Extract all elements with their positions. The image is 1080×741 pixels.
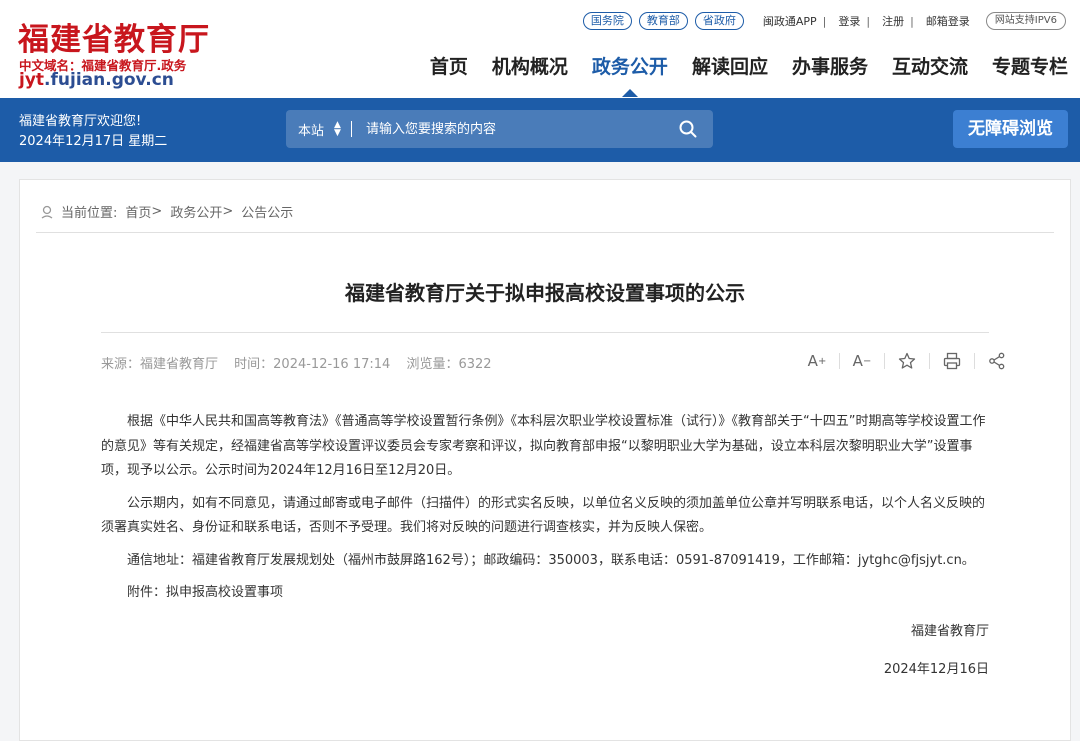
print-icon[interactable] — [941, 350, 963, 372]
favorite-star-icon[interactable] — [896, 350, 918, 372]
search-box: 本站 ▲ ▼ — [286, 110, 713, 148]
search-scope-select[interactable]: 本站 — [298, 120, 324, 139]
nav-interaction[interactable]: 互动交流 — [892, 52, 968, 96]
pill-shengzhengfu[interactable]: 省政府 — [694, 12, 744, 30]
breadcrumb-divider — [36, 232, 1054, 233]
nav-home[interactable]: 首页 — [430, 52, 468, 96]
search-input[interactable] — [363, 120, 658, 138]
pill-guowuyuan[interactable]: 国务院 — [582, 12, 632, 30]
nav-organization[interactable]: 机构概况 — [492, 52, 568, 96]
article-paragraph: 根据《中华人民共和国高等教育法》《普通高等学校设置暂行条例》《本科层次职业学校设… — [101, 414, 986, 478]
article-attachment[interactable]: 附件：拟申报高校设置事项 — [101, 581, 989, 606]
site-header: 福建省教育厅 中文域名：福建省教育厅.政务 jyt.fujian.gov.cn … — [0, 0, 1080, 98]
nav-services[interactable]: 办事服务 — [792, 52, 868, 96]
ipv6-badge: 网站支持IPV6 — [985, 12, 1066, 30]
search-band: 福建省教育厅欢迎您! 2024年12月17日 星期二 本站 ▲▼ 无障碍浏览 — [0, 98, 1080, 162]
breadcrumb-label: 当前位置: — [61, 206, 118, 221]
breadcrumb: 当前位置: 首页 > 政务公开 > 公告公示 — [40, 202, 293, 221]
link-minzhengtong-app[interactable]: 闽政通APP — [763, 13, 817, 29]
site-logo-title[interactable]: 福建省教育厅 — [18, 14, 210, 59]
title-divider — [101, 332, 989, 333]
article-paragraph: 公示期内，如有不同意见，请通过邮寄或电子邮件（扫描件）的形式实名反映，以单位名义… — [101, 495, 986, 536]
font-increase-icon[interactable]: A + — [806, 350, 828, 372]
nav-interpretation[interactable]: 解读回应 — [692, 52, 768, 96]
welcome-text: 福建省教育厅欢迎您! — [19, 114, 142, 129]
link-mail-login[interactable]: 邮箱登录 — [926, 13, 970, 29]
link-login[interactable]: 登录 — [838, 13, 860, 29]
nav-special-topics[interactable]: 专题专栏 — [992, 52, 1068, 96]
article-meta: 来源：福建省教育厅 时间：2024-12-16 17:14 浏览量：6322 — [101, 353, 504, 372]
content-panel: 当前位置: 首页 > 政务公开 > 公告公示 福建省教育厅关于拟申报高校设置事项的公… — [19, 179, 1071, 741]
main-nav: 首页 机构概况 政务公开 解读回应 办事服务 互动交流 专题专栏 — [406, 52, 1068, 97]
article-views: 浏览量：6322 — [406, 357, 492, 372]
logo-domain-rest: .fujian.gov.cn — [44, 70, 174, 90]
breadcrumb-gov-affairs[interactable]: 政务公开 — [170, 202, 222, 221]
breadcrumb-announcements[interactable]: 公告公示 — [241, 202, 293, 221]
share-icon[interactable] — [986, 350, 1008, 372]
search-divider — [350, 121, 352, 137]
location-pin-icon — [41, 205, 53, 219]
top-links-bar: 国务院 教育部 省政府 闽政通APP | 登录 | 注册 | 邮箱登录 网站支持IPV… — [582, 12, 1066, 30]
nav-government-affairs[interactable]: 政务公开 — [592, 52, 668, 97]
accessibility-button[interactable]: 无障碍浏览 — [953, 110, 1068, 148]
current-date: 2024年12月17日 星期二 — [19, 134, 168, 149]
article-body: 根据《中华人民共和国高等教育法》《普通高等学校设置暂行条例》《本科层次职业学校设… — [101, 410, 989, 683]
pill-jiaoyubu[interactable]: 教育部 — [638, 12, 688, 30]
article-tools: A + A − — [806, 350, 1008, 372]
article-signature: 福建省教育厅 — [910, 623, 989, 639]
search-icon[interactable] — [679, 120, 697, 138]
article-sign-date: 2024年12月16日 — [883, 662, 989, 677]
updown-arrow-icon[interactable]: ▲ ▼ — [334, 121, 341, 138]
logo-domain-main: jyt — [19, 70, 45, 90]
link-register[interactable]: 注册 — [882, 13, 904, 29]
article-contact-paragraph: 通信地址：福建省教育厅发展规划处（福州市鼓屏路162号）；邮政编码：350003… — [127, 552, 975, 568]
article-time: 时间：2024-12-16 17:14 — [234, 357, 391, 372]
breadcrumb-home[interactable]: 首页 — [125, 202, 151, 221]
font-decrease-icon[interactable]: A − — [851, 350, 873, 372]
article-title: 福建省教育厅关于拟申报高校设置事项的公示 — [345, 281, 745, 305]
article-source: 来源：福建省教育厅 — [101, 357, 219, 372]
logo-domain: jyt.fujian.gov.cn — [19, 70, 174, 90]
welcome-block: 福建省教育厅欢迎您! 2024年12月17日 星期二 — [19, 112, 167, 152]
